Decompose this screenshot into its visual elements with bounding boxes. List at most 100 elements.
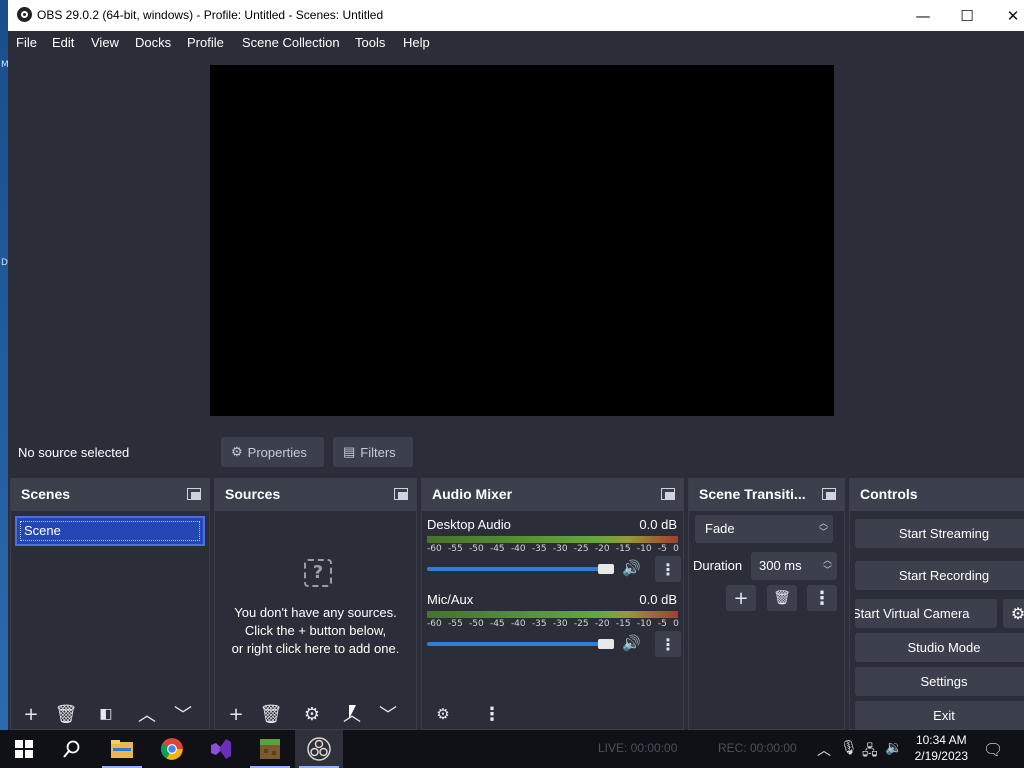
preview-canvas[interactable]	[210, 65, 834, 416]
minecraft-icon	[260, 739, 280, 759]
desktop-audio-volume-knob[interactable]	[598, 564, 614, 574]
search-button[interactable]	[48, 730, 96, 768]
microphone-icon[interactable]: 🎙	[840, 740, 858, 756]
scenes-title: Scenes	[21, 486, 71, 502]
speaker-icon[interactable]: 🔊	[622, 559, 641, 577]
add-transition-button[interactable]: +	[726, 585, 756, 611]
notification-icon[interactable]: 🗨	[983, 740, 1003, 759]
transition-select[interactable]: Fade ︿ ﹀	[695, 515, 833, 543]
obs-button[interactable]	[295, 730, 343, 768]
menu-tools[interactable]: Tools	[355, 35, 385, 50]
source-properties-icon[interactable]: ⚙	[300, 703, 324, 725]
clock-date: 2/19/2023	[914, 749, 968, 763]
start-virtual-camera-button[interactable]: Start Virtual Camera	[855, 599, 997, 628]
obs-window: OBS 29.0.2 (64-bit, windows) - Profile: …	[8, 0, 1024, 730]
scenes-list[interactable]: Scene + 🗑 ◧ ︿ ﹀	[11, 511, 209, 729]
visual-studio-button[interactable]	[197, 730, 245, 768]
start-streaming-button[interactable]: Start Streaming	[855, 519, 1024, 548]
speaker-icon[interactable]: 🔊	[622, 634, 641, 652]
chevron-up-icon[interactable]: ︿	[817, 740, 831, 760]
scene-item[interactable]: Scene	[15, 516, 205, 546]
minecraft-button[interactable]	[246, 730, 294, 768]
title-bar[interactable]: OBS 29.0.2 (64-bit, windows) - Profile: …	[8, 0, 1024, 31]
start-recording-button[interactable]: Start Recording	[855, 561, 1024, 590]
sources-empty-message: You don't have any sources. Click the + …	[215, 604, 416, 658]
scale-tick: -35	[531, 544, 547, 554]
clock-time: 10:34 AM	[915, 733, 967, 747]
duration-spinbox[interactable]: 300 ms ︿ ﹀	[751, 552, 837, 580]
remove-scene-icon[interactable]: 🗑	[54, 703, 78, 725]
menu-help[interactable]: Help	[403, 35, 430, 50]
scene-filters-icon[interactable]: ◧	[94, 703, 118, 725]
undock-icon[interactable]	[394, 488, 408, 500]
scenes-dock-header: Scenes	[11, 479, 209, 511]
filter-icon: ▤	[343, 444, 356, 459]
chevron-updown-icon[interactable]: ︿ ﹀	[823, 555, 832, 575]
menu-view[interactable]: View	[91, 35, 119, 50]
minimize-button[interactable]: —	[900, 0, 946, 31]
move-down-icon[interactable]: ﹀	[376, 703, 400, 726]
settings-button[interactable]: Settings	[855, 667, 1024, 696]
audio-mixer-toolbar: ⚙ ⋮	[422, 699, 683, 729]
transition-menu-button[interactable]: ⋮	[807, 585, 837, 611]
sources-dock-header: Sources	[215, 479, 416, 511]
desktop-audio-menu-button[interactable]: ⋮	[655, 556, 681, 582]
advanced-audio-icon[interactable]: ⚙	[431, 703, 455, 725]
move-down-icon[interactable]: ﹀	[171, 703, 195, 726]
clock[interactable]: 10:34 AM 2/19/2023	[915, 732, 968, 764]
sources-title: Sources	[225, 486, 281, 502]
source-toolbar	[8, 432, 1024, 470]
undock-icon[interactable]	[822, 488, 836, 500]
remove-source-icon[interactable]: 🗑	[259, 703, 283, 725]
undock-icon[interactable]	[661, 488, 675, 500]
sources-list[interactable]: ? You don't have any sources. Click the …	[215, 511, 416, 729]
close-button[interactable]: ✕	[990, 0, 1024, 31]
obs-icon	[307, 737, 331, 761]
scale-tick: -40	[510, 619, 526, 629]
duration-label: Duration	[693, 558, 743, 573]
scenes-dock: Scenes Scene + 🗑 ◧ ︿ ﹀	[10, 478, 210, 730]
mic-aux-volume-slider[interactable]	[427, 642, 603, 646]
add-scene-icon[interactable]: +	[19, 703, 43, 725]
move-up-icon[interactable]: ︿	[135, 703, 159, 726]
filters-button[interactable]: ▤ Filters	[333, 437, 413, 467]
remove-transition-button[interactable]: 🗑	[767, 585, 797, 611]
scale-tick: -10	[636, 619, 652, 629]
add-source-icon[interactable]: +	[224, 703, 248, 725]
mixer-menu-icon[interactable]: ⋮	[480, 703, 504, 725]
start-button[interactable]	[0, 730, 48, 768]
volume-icon[interactable]: 🔉	[885, 740, 902, 756]
window-title: OBS 29.0.2 (64-bit, windows) - Profile: …	[37, 8, 384, 22]
file-explorer-icon	[111, 740, 133, 758]
studio-mode-button[interactable]: Studio Mode	[855, 633, 1024, 662]
menu-profile[interactable]: Profile	[187, 35, 224, 50]
menu-file[interactable]: File	[16, 35, 37, 50]
maximize-button[interactable]: ☐	[944, 0, 990, 31]
menu-edit[interactable]: Edit	[52, 35, 74, 50]
desktop-audio-volume-slider[interactable]	[427, 567, 603, 571]
exit-button[interactable]: Exit	[855, 701, 1024, 730]
rec-status: REC: 00:00:00	[718, 741, 797, 755]
mic-aux-menu-button[interactable]: ⋮	[655, 631, 681, 657]
chrome-button[interactable]	[148, 730, 196, 768]
properties-button[interactable]: ⚙ Properties	[221, 437, 324, 467]
scale-tick: -60	[427, 619, 442, 629]
desktop-background-strip: M D	[0, 0, 9, 730]
mic-aux-scale: -60 -55 -50 -45 -40 -35 -30 -25 -20 -15 -10 -5 0	[427, 619, 679, 629]
scale-tick: 0	[673, 619, 679, 629]
mic-aux-db: 0.0 dB	[639, 592, 677, 607]
file-explorer-button[interactable]	[98, 730, 146, 768]
virtual-camera-settings-icon[interactable]: ⚙	[1003, 599, 1024, 628]
visual-studio-icon	[211, 739, 231, 759]
network-icon[interactable]: 🖧	[862, 740, 878, 764]
undock-icon[interactable]	[187, 488, 201, 500]
scale-tick: -55	[447, 619, 463, 629]
obs-logo-icon	[17, 7, 32, 22]
menu-scene-collection[interactable]: Scene Collection	[242, 35, 340, 50]
mic-aux-volume-knob[interactable]	[598, 639, 614, 649]
menu-docks[interactable]: Docks	[135, 35, 171, 50]
menu-bar: File Edit View Docks Profile Scene Colle…	[8, 31, 1024, 56]
scale-tick: -15	[615, 544, 631, 554]
scale-tick: -55	[447, 544, 463, 554]
sources-toolbar: + 🗑 ⚙ ︿ ﹀	[215, 699, 416, 729]
